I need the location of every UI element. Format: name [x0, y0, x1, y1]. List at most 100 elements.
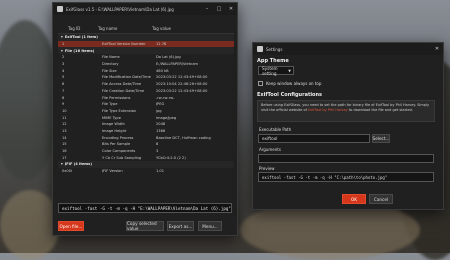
table-row[interactable]: 10 File Type Extension jpg: [58, 108, 234, 115]
row-index: 11: [62, 115, 67, 120]
table-row[interactable]: 5 File Modification Date/Time 2023:03:22 1…: [58, 74, 234, 81]
select-button[interactable]: Select...: [372, 134, 390, 143]
settings-titlebar: Settings ✕: [253, 43, 443, 55]
settings-title: Settings: [266, 46, 283, 52]
minimize-icon[interactable]: –: [201, 3, 213, 15]
exiftool-website-link[interactable]: ExifTool by Phil Harvey: [308, 108, 348, 112]
theme-dropdown[interactable]: System setting ▼: [258, 66, 294, 76]
col-tag-value[interactable]: Tag value: [152, 26, 234, 31]
row-tag-name: JFIF Version: [102, 169, 123, 174]
close-icon[interactable]: ✕: [431, 43, 443, 55]
row-tag-name: File Modification Date/Time: [102, 75, 151, 80]
table-group-header[interactable]: ▾ File (16 items): [58, 47, 234, 55]
row-tag-value: 1.01: [156, 169, 165, 174]
chevron-down-icon[interactable]: ▾: [61, 49, 63, 53]
row-tag-value: jpg: [156, 108, 162, 113]
menu-button[interactable]: Menu...: [198, 221, 222, 231]
row-tag-value: 8: [156, 142, 159, 147]
row-tag-name: File Name: [102, 55, 120, 60]
exiftool-info: Before using ExifGlass, you need to set …: [257, 100, 435, 122]
ok-button[interactable]: OK: [342, 194, 366, 204]
table-row[interactable]: 17 Y Cb Cr Sub Sampling YCbCr4:2:0 (2 2): [58, 154, 234, 161]
row-tag-name: Bits Per Sample: [102, 142, 131, 147]
row-tag-value: 3: [156, 149, 159, 154]
close-icon[interactable]: ✕: [225, 3, 237, 15]
row-index: 8: [62, 95, 65, 100]
row-tag-name: ExifTool Version Number: [102, 42, 146, 47]
row-tag-value: 2023:10:04 22:46:26+08:00: [156, 82, 208, 87]
exec-path-input[interactable]: exiftool: [258, 134, 370, 143]
export-button[interactable]: Export as...: [167, 221, 194, 231]
main-titlebar: ExifGlass v1.5 - E:\WALLPAPER\Vietnam\Da…: [53, 3, 237, 15]
row-index: 5: [62, 75, 65, 80]
row-tag-name: MIME Type: [102, 115, 121, 120]
row-index: 12: [62, 122, 67, 127]
table-group-header[interactable]: ▾ JFIF (4 items): [58, 161, 234, 168]
row-tag-name: Y Cb Cr Sub Sampling: [102, 155, 142, 160]
row-tag-name: Color Components: [102, 149, 136, 154]
row-index: 13: [62, 128, 67, 133]
table-row[interactable]: 14 Encoding Process Baseline DCT, Huffman …: [58, 134, 234, 141]
row-tag-name: File Permissions: [102, 95, 131, 100]
command-preview[interactable]: exiftool -fast -G -t -m -q -H "E:\WALLPA…: [58, 203, 232, 213]
row-index: 4: [62, 68, 65, 73]
table-row[interactable]: 3 Directory E:/WALLPAPER/Vietnam: [58, 61, 234, 68]
maximize-icon[interactable]: □: [213, 3, 225, 15]
table-row[interactable]: 2 File Name Da Lat (6).jpg: [58, 54, 234, 61]
table-row[interactable]: 9 File Type JPEG: [58, 101, 234, 108]
col-tag-id[interactable]: Tag ID: [68, 26, 98, 31]
row-tag-value: 2023:03:22 12:43:49+08:00: [156, 88, 208, 93]
row-tag-value: YCbCr4:2:0 (2 2): [156, 155, 186, 160]
table-row[interactable]: 4 File Size 480 kB: [58, 67, 234, 74]
arguments-input[interactable]: [258, 154, 434, 163]
col-tag-name[interactable]: Tag name: [98, 26, 152, 31]
row-tag-value: JPEG: [156, 102, 165, 107]
row-index: 16: [62, 149, 67, 154]
row-tag-name: File Type Extension: [102, 108, 137, 113]
row-tag-name: File Type: [102, 102, 118, 107]
chevron-down-icon[interactable]: ▾: [61, 35, 63, 39]
row-index: 15: [62, 142, 67, 147]
row-tag-name: Image Width: [102, 122, 125, 127]
row-tag-value: 480 kB: [156, 68, 169, 73]
table-row[interactable]: 1 ExifTool Version Number 12.78: [58, 40, 234, 48]
table-row[interactable]: 8 File Permissions -rw-rw-rw-: [58, 94, 234, 101]
main-window-title: ExifGlass v1.5 - E:\WALLPAPER\Vietnam\Da…: [66, 6, 174, 12]
row-index: 9: [62, 102, 65, 107]
row-index: 0x0000: [62, 169, 72, 174]
table-row[interactable]: 6 File Access Date/Time 2023:10:04 22:46:2…: [58, 81, 234, 88]
open-file-button[interactable]: Open file...: [58, 221, 84, 231]
table-row[interactable]: 7 File Creation Date/Time 2023:03:22 12:43…: [58, 88, 234, 95]
row-tag-name: Image Height: [102, 128, 127, 133]
table-row[interactable]: 15 Bits Per Sample 8: [58, 141, 234, 148]
row-tag-value: 2048: [156, 122, 166, 127]
table-row[interactable]: 12 Image Width 2048: [58, 121, 234, 128]
arguments-label: Arguments: [259, 147, 281, 152]
row-tag-value: Baseline DCT, Huffman coding: [156, 135, 211, 140]
row-tag-name: File Creation Date/Time: [102, 88, 145, 93]
keep-on-top-checkbox[interactable]: [258, 81, 263, 86]
table-row[interactable]: 13 Image Height 1366: [58, 128, 234, 135]
tag-table: ▾ ExifTool (1 item) 1 ExifTool Version Numb…: [58, 34, 234, 198]
row-index: 3: [62, 62, 65, 67]
row-tag-value: Da Lat (6).jpg: [156, 55, 181, 60]
table-row[interactable]: 0x0000 JFIF Version 1.01: [58, 168, 234, 175]
row-index: 6: [62, 82, 65, 87]
chevron-down-icon[interactable]: ▾: [61, 162, 63, 166]
table-header: Tag ID Tag name Tag value: [58, 24, 234, 34]
row-index: 7: [62, 88, 65, 93]
table-row[interactable]: 16 Color Components 3: [58, 148, 234, 155]
row-tag-name: Encoding Process: [102, 135, 134, 140]
table-row[interactable]: 11 MIME Type image/jpeg: [58, 114, 234, 121]
row-tag-value: 1366: [156, 128, 166, 133]
row-index: 2: [62, 55, 65, 60]
table-group-header[interactable]: ▾ ExifTool (1 item): [58, 34, 234, 41]
row-tag-value: 12.78: [156, 42, 167, 47]
row-tag-value: -rw-rw-rw-: [156, 95, 175, 100]
cancel-button[interactable]: Cancel: [369, 194, 393, 204]
preview-box[interactable]: exiftool -fast -G -t -m -q -H "C:\path\t…: [258, 172, 434, 182]
row-tag-name: Directory: [102, 62, 119, 67]
copy-value-button[interactable]: Copy selected value: [126, 221, 164, 231]
row-tag-value: 2023:03:22 12:43:49+08:00: [156, 75, 208, 80]
exiftool-heading: ExifTool Configurations: [257, 92, 323, 98]
